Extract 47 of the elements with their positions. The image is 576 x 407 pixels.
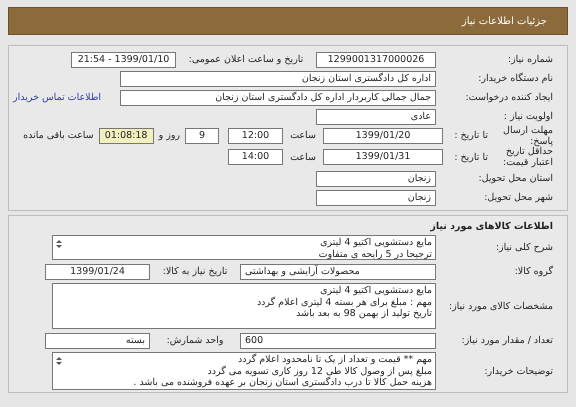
field-label: ایجاد کننده درخواست: [464,92,554,103]
days-field: 9 [185,128,219,144]
field-label: گروه کالا: [514,266,554,277]
scroll-arrows-icon[interactable] [56,356,62,366]
goods-group-field: محصولات آرایشی و بهداشتی [240,264,436,280]
province-field: زنجان [316,170,436,186]
section-title: اطلاعات کالاهای مورد نیاز [429,220,554,233]
scroll-arrows-icon[interactable] [56,239,62,249]
field-label: تا تاریخ : [453,152,488,162]
field-label: تا تاریخ : [453,130,488,141]
need-date-field: 1399/01/24 [45,264,150,280]
field-label: واحد شمارش: [166,335,224,346]
field-label: تاریخ نیاز به کالا: [162,266,228,277]
priority-field: عادی [316,108,436,124]
field-label: ساعت باقی مانده [23,130,94,141]
field-label: مهلت ارسال پاسخ: [502,124,554,146]
field-label: ساعت [289,130,317,141]
field-label: ساعت [289,152,317,162]
field-label: شرح کلی نیاز: [494,242,554,253]
buyer-org-field: اداره کل دادگستری استان زنجان [120,70,436,86]
description-textarea[interactable]: مایع دستشویی اکتیو 4 لیتری ترجیحا در 5 رایحه ی متفاوت [52,235,436,260]
deadline-date-field: 1399/01/20 [323,128,443,144]
field-label: نام دستگاه خریدار: [477,73,554,84]
field-label: مشخصات کالای مورد نیاز: [448,300,554,312]
field-label: تاریخ و ساعت اعلان عمومی: [188,54,304,65]
field-label: اولویت نیاز : [502,111,554,122]
field-label: روز و [158,130,180,141]
requester-field: جمال جمالی کاربردار اداره کل دادگستری استان زنجان [120,90,436,106]
page-title: جزئیات اطلاعات نیاز [462,16,547,26]
validity-date-field: 1399/01/31 [323,149,443,165]
unit-field: بسته [45,332,150,348]
deadline-time-field: 12:00 [228,128,283,144]
field-label: شماره نیاز: [506,54,554,65]
need-number-field: 1299001317000026 [316,52,436,68]
field-label: شهر محل تحویل: [483,192,554,203]
field-label: استان محل تحویل: [477,173,554,184]
specs-textarea[interactable]: مایع دستشویی اکتیو 4 لیتری مهم : مبلغ برای هر بسته 4 لیتری اعلام گردد تاریخ تولید از بهمن 98 به بعد باشد [52,283,436,329]
field-label: تعداد / مقدار مورد نیاز: [460,335,554,346]
quantity-field: 600 [240,332,436,348]
field-label: توضیحات خریدار: [483,366,554,376]
remaining-time-field: 01:08:18 [98,128,154,144]
city-field: زنجان [316,190,436,206]
validity-time-field: 14:00 [228,149,283,165]
buyer-contact-link[interactable]: اطلاعات تماس خریدار [13,92,102,103]
field-label: حداقل تاریخ اعتبار قیمت: [502,146,554,168]
buyer-notes-textarea[interactable]: مهم ** قیمت و تعداد از یک تا نامحدود اعلام گردد مبلغ پس از وصول کالا طی 12 روز کاری تسویه می گردد هزینه حمل کالا تا درب دادگستری استان زنجان بر عهده فروشنده می باشد . [52,352,436,390]
announce-date-field: 1399/01/10 - 21:54 [71,52,176,68]
